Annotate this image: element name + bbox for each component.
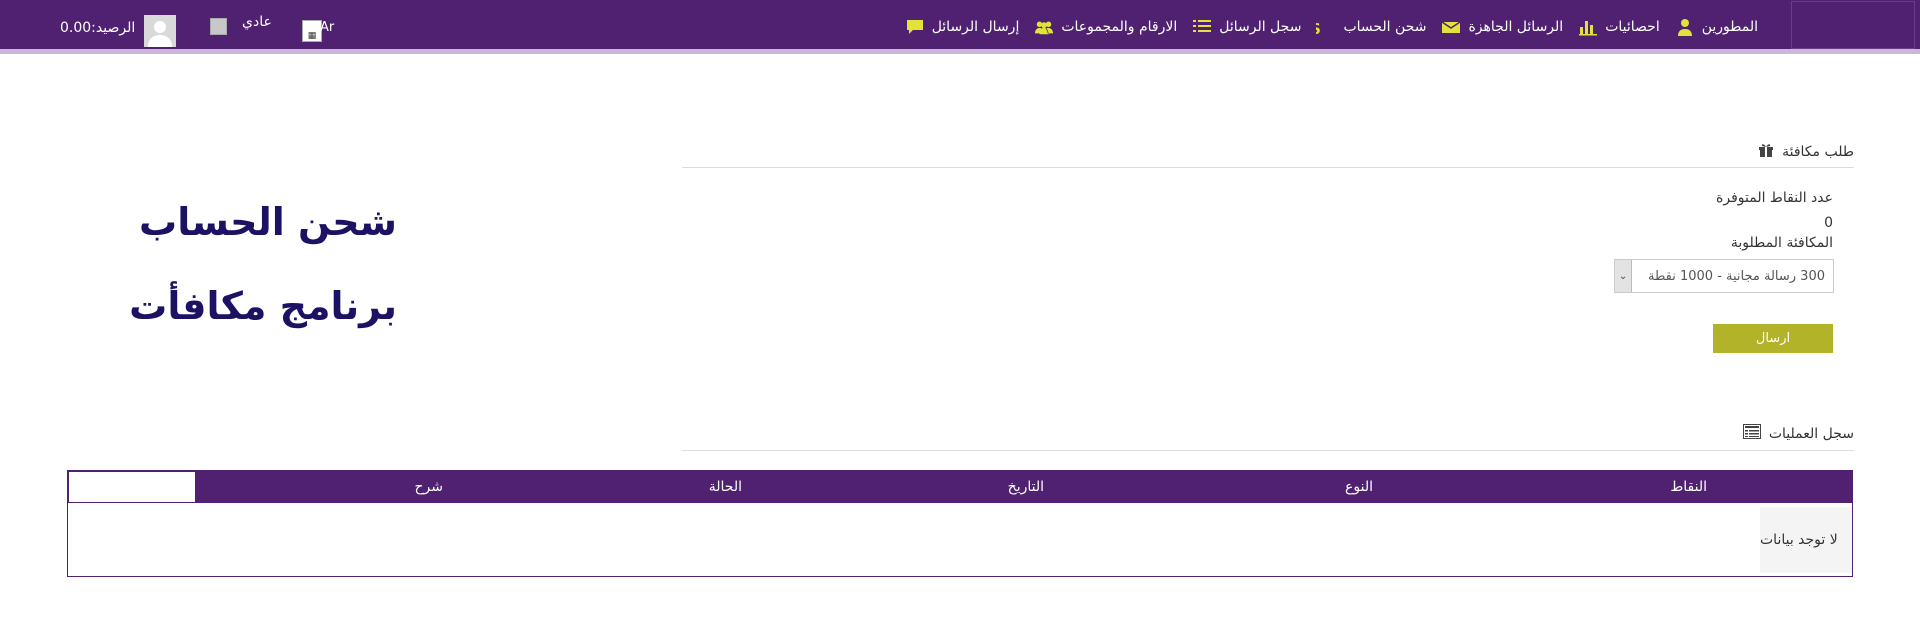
- envelope-icon: [1440, 18, 1462, 36]
- nav-label: الارقام والمجموعات: [1061, 19, 1178, 35]
- nav-label: إرسال الرسائل: [931, 19, 1020, 35]
- operations-table: النقاط النوع التاريخ الحالة شرح لا توجد …: [67, 470, 1853, 577]
- nav-label: شحن الحساب: [1343, 19, 1427, 35]
- column-header-points[interactable]: النقاط: [1670, 471, 1707, 503]
- balance-text: الرصيد:0.00: [60, 20, 136, 36]
- users-group-icon: [1033, 18, 1055, 36]
- dollar-icon: $: [1315, 18, 1337, 36]
- nav-label: المطورين: [1701, 19, 1758, 35]
- nav-charge-account[interactable]: $ شحن الحساب: [1315, 18, 1426, 36]
- language-label[interactable]: Ar: [320, 20, 334, 35]
- list-icon: [1191, 18, 1213, 36]
- gift-icon: [1758, 142, 1774, 162]
- reward-select[interactable]: 300 رسالة مجانية - 1000 نقطة ⌄: [1614, 259, 1834, 293]
- reward-label: المكافئة المطلوبة: [1730, 235, 1833, 251]
- nav-label: سجل الرسائل: [1219, 19, 1302, 35]
- nav-label: احصائيات: [1605, 19, 1660, 35]
- reward-section-heading: طلب مكافئة: [1758, 142, 1854, 162]
- avatar[interactable]: [144, 15, 176, 47]
- nav-numbers-groups[interactable]: الارقام والمجموعات: [1033, 18, 1177, 36]
- nav-send-messages[interactable]: إرسال الرسائل: [904, 18, 1020, 36]
- column-header-date[interactable]: التاريخ: [1008, 471, 1044, 503]
- logo[interactable]: [1791, 1, 1915, 49]
- chat-bubble-icon: [904, 18, 926, 36]
- avatar-icon: [144, 15, 176, 47]
- points-value: 0: [1824, 215, 1833, 231]
- reward-heading-text: طلب مكافئة: [1782, 144, 1854, 160]
- chevron-down-icon[interactable]: ⌄: [1615, 260, 1632, 292]
- table-header: النقاط النوع التاريخ الحالة شرح: [68, 471, 1852, 503]
- divider: [682, 167, 1854, 168]
- mode-label: عادي: [242, 14, 272, 30]
- divider: [682, 450, 1854, 451]
- bar-chart-icon: [1577, 18, 1599, 36]
- nav-ready-messages[interactable]: الرسائل الجاهزة: [1440, 18, 1563, 36]
- svg-text:$: $: [1316, 19, 1321, 36]
- operations-heading-text: سجل العمليات: [1768, 425, 1854, 442]
- user-icon: [1674, 18, 1696, 36]
- empty-table-message: لا توجد بيانات: [1760, 507, 1852, 573]
- main-nav: إرسال الرسائل الارقام والمجموعات سجل الر…: [904, 0, 1758, 54]
- mode-checkbox[interactable]: [210, 18, 227, 35]
- nav-label: الرسائل الجاهزة: [1468, 19, 1564, 35]
- table-list-icon: [1742, 424, 1761, 443]
- send-button[interactable]: ارسال: [1713, 324, 1833, 353]
- top-navbar: إرسال الرسائل الارقام والمجموعات سجل الر…: [0, 0, 1920, 54]
- column-header-type[interactable]: النوع: [1345, 471, 1373, 503]
- nav-developers[interactable]: المطورين: [1674, 18, 1758, 36]
- table-header-blank: [68, 471, 196, 503]
- page-title: شحن الحساب: [139, 200, 397, 244]
- operations-section-heading: سجل العمليات: [1742, 424, 1854, 443]
- column-header-status[interactable]: الحالة: [709, 471, 742, 503]
- points-label: عدد النقاط المتوفرة: [1716, 190, 1833, 206]
- reward-select-value: 300 رسالة مجانية - 1000 نقطة: [1648, 268, 1825, 284]
- language-flag-icon[interactable]: ▦: [302, 20, 322, 42]
- column-header-description[interactable]: شرح: [415, 471, 444, 503]
- nav-statistics[interactable]: احصائيات: [1577, 18, 1660, 36]
- page-subtitle: برنامج مكافأت: [129, 284, 397, 328]
- nav-messages-log[interactable]: سجل الرسائل: [1191, 18, 1301, 36]
